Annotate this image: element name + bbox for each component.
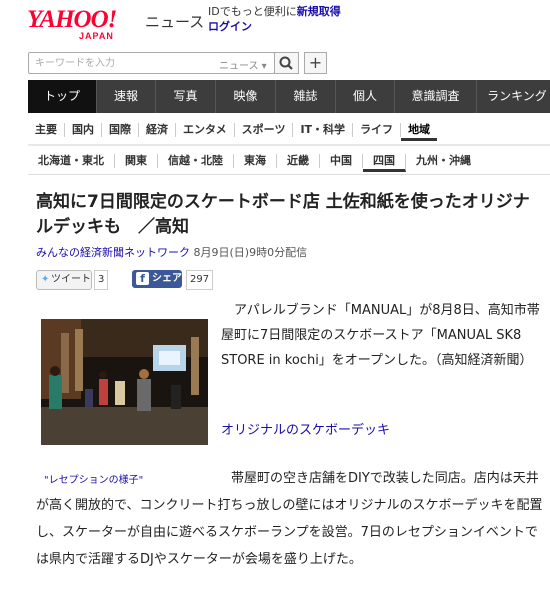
site-header: YAHOO! JAPAN ニュース IDでもっと便利に新規取得 ログイン — [0, 0, 550, 46]
yahoo-logo[interactable]: YAHOO! — [27, 6, 117, 34]
search-input[interactable] — [33, 54, 207, 72]
article-paragraph-2-text: 帯屋町の空き店舗をDIYで改装した同店。店内は天井が高く開放的で、コンクリート打… — [36, 471, 543, 567]
main-nav-ranking[interactable]: ランキング — [477, 80, 550, 113]
category-entertainment[interactable]: エンタメ — [176, 123, 235, 137]
yahoo-logo-japan: JAPAN — [79, 31, 114, 41]
main-nav-top[interactable]: トップ — [28, 80, 97, 113]
article-paragraph-2: 帯屋町の空き店舗をDIYで改装した同店。店内は天井が高く開放的で、コンクリート打… — [36, 465, 547, 573]
category-domestic[interactable]: 国内 — [65, 123, 102, 137]
category-nav: 主要 国内 国際 経済 エンタメ スポーツ IT・科学 ライフ 地域 — [28, 119, 550, 146]
main-nav: トップ 速報 写真 映像 雑誌 個人 意識調査 ランキング — [28, 80, 550, 113]
plus-icon: + — [308, 53, 323, 72]
article-byline: みんなの経済新聞ネットワーク 8月9日(日)9時0分配信 — [36, 244, 307, 260]
add-button[interactable]: + — [304, 52, 327, 74]
id-promo: IDでもっと便利に新規取得 ログイン — [208, 4, 341, 34]
region-shinetsu-hokuriku[interactable]: 信越・北陸 — [158, 154, 234, 168]
main-nav-photo[interactable]: 写真 — [156, 80, 216, 113]
main-nav-breaking[interactable]: 速報 — [97, 80, 156, 113]
search-icon — [279, 56, 293, 70]
category-it-science[interactable]: IT・科学 — [293, 123, 354, 137]
article-subhead-link[interactable]: オリジナルのスケボーデッキ — [221, 419, 390, 438]
region-kanto[interactable]: 関東 — [115, 154, 158, 168]
category-international[interactable]: 国際 — [102, 123, 139, 137]
main-nav-video[interactable]: 映像 — [216, 80, 276, 113]
tweet-button[interactable]: ✦ ツイート — [36, 270, 92, 290]
reception-photo-image — [41, 319, 208, 445]
twitter-bird-icon: ✦ — [41, 274, 50, 285]
article-headline: 高知に7日間限定のスケートボード店 土佐和紙を使ったオリジナルデッキも ／高知 — [36, 192, 530, 237]
search-button[interactable] — [274, 52, 299, 74]
region-nav: 北海道・東北 関東 信越・北陸 東海 近畿 中国 四国 九州・沖縄 — [28, 150, 550, 175]
facebook-icon: f — [136, 272, 149, 285]
category-economy[interactable]: 経済 — [139, 123, 176, 137]
category-local[interactable]: 地域 — [401, 123, 438, 141]
main-nav-individual[interactable]: 個人 — [336, 80, 395, 113]
facebook-share-button[interactable]: f シェア — [132, 270, 182, 288]
share-count: 297 — [186, 270, 214, 290]
region-kyushu-okinawa[interactable]: 九州・沖縄 — [406, 154, 481, 168]
main-nav-survey[interactable]: 意識調査 — [395, 80, 477, 113]
tweet-label: ツイート — [51, 274, 91, 285]
region-kinki[interactable]: 近畿 — [277, 154, 320, 168]
search-box: ニュース ▾ — [28, 52, 275, 74]
register-link[interactable]: 新規取得 — [297, 5, 341, 18]
category-main[interactable]: 主要 — [28, 123, 65, 137]
article-date: 8月9日(日)9時0分配信 — [193, 246, 308, 259]
login-link[interactable]: ログイン — [208, 20, 252, 33]
promo-text: IDでもっと便利に — [208, 5, 297, 18]
share-label: シェア — [152, 273, 182, 284]
category-life[interactable]: ライフ — [353, 123, 402, 137]
tweet-count: 3 — [94, 270, 109, 290]
category-sports[interactable]: スポーツ — [235, 123, 294, 137]
region-hokkaido-tohoku[interactable]: 北海道・東北 — [28, 154, 115, 168]
region-chugoku[interactable]: 中国 — [320, 154, 363, 168]
search-scope-select[interactable]: ニュース ▾ — [219, 57, 267, 72]
site-title[interactable]: ニュース — [145, 11, 204, 32]
article-photo[interactable] — [41, 319, 208, 445]
region-shikoku[interactable]: 四国 — [363, 154, 406, 172]
main-nav-magazine[interactable]: 雑誌 — [276, 80, 336, 113]
article-source-link[interactable]: みんなの経済新聞ネットワーク — [36, 246, 190, 259]
article-paragraph-1: アパレルブランド「MANUAL」が8月8日、高知市帯屋町に7日間限定のスケボース… — [221, 303, 540, 368]
region-tokai[interactable]: 東海 — [234, 154, 277, 168]
